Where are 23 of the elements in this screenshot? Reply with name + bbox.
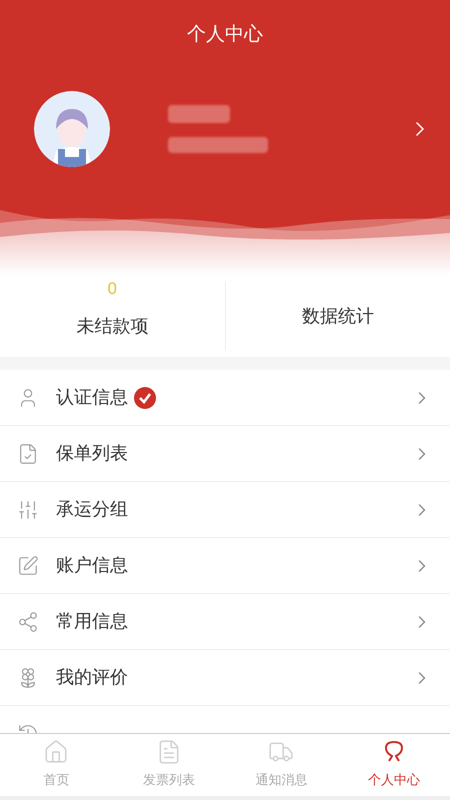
menu-item[interactable]: 我的评价 <box>0 650 450 706</box>
menu-item[interactable]: 承运分组 <box>0 482 450 538</box>
menu-item[interactable]: 常用信息 <box>0 594 450 650</box>
menu-label: 我的评价 <box>56 666 128 690</box>
menu-icon <box>17 554 39 576</box>
menu-item[interactable]: 认证信息 <box>0 370 450 426</box>
page-title: 个人中心 <box>186 22 264 47</box>
stat-label[interactable]: 未结款项 <box>76 312 148 340</box>
home-icon <box>43 739 70 766</box>
menu-icon <box>17 610 39 632</box>
menu-label: 常用信息 <box>56 610 128 634</box>
stat-value: 0 <box>107 280 118 296</box>
menu-label: 保单列表 <box>56 442 128 466</box>
stat-label[interactable]: 数据统计 <box>302 302 374 330</box>
avatar-icon <box>34 90 110 166</box>
menu-icon <box>17 442 39 464</box>
menu-item[interactable]: 保单列表 <box>0 426 450 482</box>
menu-label: 承运分组 <box>56 498 128 522</box>
menu-label: 账户信息 <box>56 554 128 578</box>
menu-item[interactable]: 账户信息 <box>0 538 450 594</box>
menu-label: 认证信息 <box>56 386 128 410</box>
tab[interactable]: 个人中心 <box>338 734 450 796</box>
menu-icon <box>17 498 39 520</box>
